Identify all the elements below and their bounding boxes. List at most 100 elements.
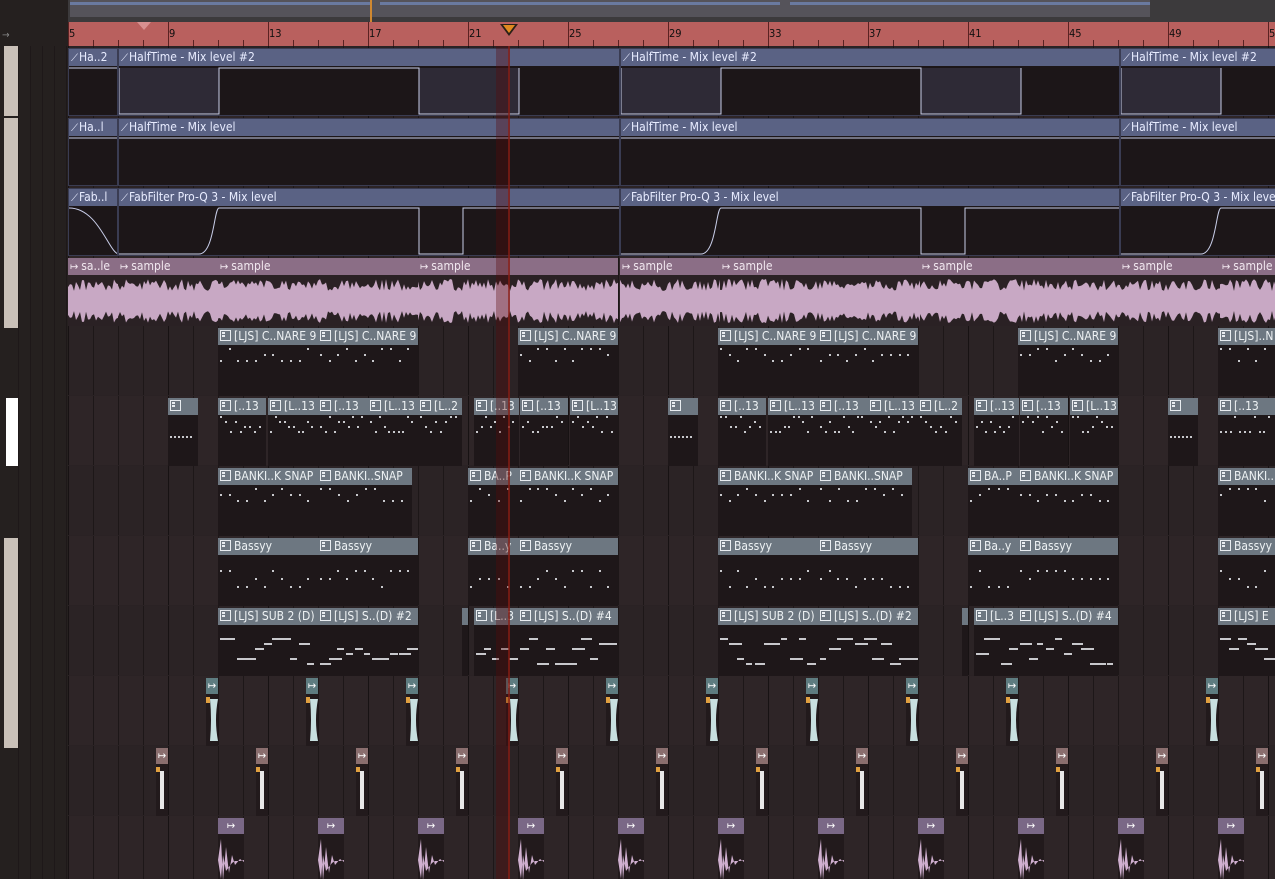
- automation-curve[interactable]: [621, 136, 1120, 186]
- pattern-clip[interactable]: Bassyy: [1218, 538, 1275, 606]
- audio-slice-clip[interactable]: ↦: [356, 748, 368, 816]
- audio-slice-clip[interactable]: ↦: [656, 748, 668, 816]
- clip-header[interactable]: ⟋Ha..l: [69, 119, 117, 136]
- clip-header[interactable]: [LJS] S..(D) #2: [318, 608, 418, 625]
- clip-header[interactable]: ↦ sample: [1120, 258, 1220, 275]
- clip-header[interactable]: ↦ sample: [418, 258, 618, 275]
- playlist-lane[interactable]: [68, 746, 1275, 815]
- audio-arrow-icon[interactable]: ↦: [618, 818, 644, 834]
- audio-arrow-icon[interactable]: ↦: [606, 678, 618, 694]
- automation-clip[interactable]: ⟋HalfTime - Mix level: [1120, 118, 1275, 186]
- clip-header[interactable]: ⟋HalfTime - Mix level #2: [621, 49, 1119, 66]
- clip-header[interactable]: [LJS] C..NARE 9: [518, 328, 618, 345]
- audio-arrow-icon[interactable]: ↦: [718, 818, 744, 834]
- pattern-clip[interactable]: [LJS] SUB 2 (D): [218, 608, 318, 676]
- pattern-clip[interactable]: [L..13: [1070, 398, 1118, 466]
- track-header-color[interactable]: [4, 608, 18, 748]
- clip-header[interactable]: ⟋FabFilter Pro-Q 3 - Mix level: [621, 189, 1119, 206]
- pattern-clip[interactable]: Bassyy: [818, 538, 918, 606]
- pattern-clip[interactable]: [..13: [520, 398, 568, 466]
- audio-arrow-icon[interactable]: ↦: [1218, 818, 1244, 834]
- clip-header[interactable]: [LJS] C..NARE 9: [218, 328, 318, 345]
- clip-header[interactable]: [..13: [1020, 398, 1068, 415]
- automation-clip[interactable]: ⟋HalfTime - Mix level #2: [620, 48, 1120, 116]
- pattern-clip[interactable]: Ba..y: [468, 538, 518, 606]
- clip-header[interactable]: Ba..y: [968, 538, 1018, 555]
- clip-header[interactable]: [L..13: [768, 398, 818, 415]
- timeline-ruler[interactable]: 1591317212529333741454953576165697377818…: [0, 22, 1275, 46]
- audio-slice-clip[interactable]: ↦: [718, 818, 744, 879]
- audio-slice-clip[interactable]: ↦: [956, 748, 968, 816]
- clip-header[interactable]: [LJS] C..NARE 9: [1018, 328, 1118, 345]
- audio-arrow-icon[interactable]: ↦: [456, 748, 468, 764]
- audio-slice-clip[interactable]: ↦: [256, 748, 268, 816]
- clip-header[interactable]: [..13: [818, 398, 868, 415]
- audio-arrow-icon[interactable]: ↦: [156, 748, 168, 764]
- clip-header[interactable]: [LJS] S..(D) #4: [518, 608, 618, 625]
- clip-header[interactable]: Bassyy: [218, 538, 318, 555]
- clip-header[interactable]: [LJS] SUB 2 (D): [218, 608, 318, 625]
- audio-clip[interactable]: ↦ sample: [620, 258, 720, 326]
- audio-slice-clip[interactable]: ↦: [1218, 818, 1244, 879]
- audio-slice-clip[interactable]: ↦: [518, 818, 544, 879]
- clip-header[interactable]: [..13: [1218, 398, 1275, 415]
- audio-slice-clip[interactable]: ↦: [918, 818, 944, 879]
- pattern-clip[interactable]: [L..13: [768, 398, 818, 466]
- pattern-clip[interactable]: Ba..y: [968, 538, 1018, 606]
- track-header-color[interactable]: [4, 46, 18, 116]
- clip-header[interactable]: ↦ sample: [218, 258, 418, 275]
- pattern-clip[interactable]: [LJS] C..NARE 9: [518, 328, 618, 396]
- automation-clip[interactable]: ⟋FabFilter Pro-Q 3 - Mix level: [118, 188, 620, 256]
- clip-header[interactable]: [LJS] SUB 2 (D): [718, 608, 818, 625]
- pattern-clip-small[interactable]: [168, 398, 198, 466]
- pattern-clip[interactable]: BA..P: [968, 468, 1018, 536]
- clip-header[interactable]: [LJS] C..NARE 9: [318, 328, 418, 345]
- pattern-clip[interactable]: [LJS] S..(D) #4: [518, 608, 618, 676]
- track-header-color[interactable]: [4, 258, 18, 328]
- pattern-clip[interactable]: [LJS] S..(D) #2: [318, 608, 418, 676]
- clip-header[interactable]: Bassyy: [318, 538, 418, 555]
- audio-arrow-icon[interactable]: ↦: [856, 748, 868, 764]
- pattern-clip[interactable]: BANKI..K SNAP: [518, 468, 618, 536]
- clip-header[interactable]: [L..13: [268, 398, 318, 415]
- clip-header[interactable]: [..13: [974, 398, 1019, 415]
- clip-header[interactable]: ⟋Fab..l: [69, 189, 117, 206]
- audio-clip[interactable]: ↦ sample: [218, 258, 418, 326]
- pattern-clip[interactable]: Bassyy: [218, 538, 318, 606]
- audio-clip[interactable]: ↦ sample: [720, 258, 920, 326]
- automation-curve[interactable]: [621, 66, 1120, 116]
- audio-arrow-icon[interactable]: ↦: [1056, 748, 1068, 764]
- clip-header[interactable]: ⟋Ha..2: [69, 49, 117, 66]
- audio-arrow-icon[interactable]: ↦: [406, 678, 418, 694]
- track-header-color[interactable]: [4, 118, 18, 188]
- audio-arrow-icon[interactable]: ↦: [518, 818, 544, 834]
- clip-header[interactable]: [LJS] C..NARE 9: [818, 328, 918, 345]
- audio-slice-clip[interactable]: ↦: [618, 818, 644, 879]
- audio-slice-clip[interactable]: ↦: [1018, 818, 1044, 879]
- clip-header[interactable]: BANKI..SNAP: [318, 468, 412, 485]
- pattern-clip[interactable]: BANKI..K SNAP: [718, 468, 818, 536]
- automation-curve[interactable]: [119, 66, 620, 116]
- clip-header[interactable]: ⟋FabFilter Pro-Q 3 - Mix level: [1121, 189, 1275, 206]
- track-header-color[interactable]: [4, 188, 18, 258]
- audio-slice-clip[interactable]: ↦: [1156, 748, 1168, 816]
- clip-header[interactable]: BANKI..K SNAP: [1218, 468, 1275, 485]
- pattern-clip[interactable]: [..13: [974, 398, 1019, 466]
- audio-arrow-icon[interactable]: ↦: [1118, 818, 1144, 834]
- audio-arrow-icon[interactable]: ↦: [306, 678, 318, 694]
- clip-header[interactable]: [L..13: [368, 398, 418, 415]
- clip-header[interactable]: Ba..y: [468, 538, 518, 555]
- automation-clip[interactable]: ⟋HalfTime - Mix level #2: [1120, 48, 1275, 116]
- audio-arrow-icon[interactable]: ↦: [756, 748, 768, 764]
- clip-header[interactable]: BANKI..K SNAP: [218, 468, 318, 485]
- clip-header[interactable]: BANKI..K SNAP: [1018, 468, 1118, 485]
- pattern-clip[interactable]: [..13: [818, 398, 868, 466]
- pattern-clip[interactable]: [..13: [318, 398, 368, 466]
- audio-arrow-icon[interactable]: ↦: [656, 748, 668, 764]
- audio-slice-clip[interactable]: ↦: [1006, 678, 1018, 746]
- clip-header[interactable]: ⟋FabFilter Pro-Q 3 - Mix level: [119, 189, 619, 206]
- clip-header[interactable]: [LJS] E: [1218, 608, 1275, 625]
- automation-clip[interactable]: ⟋FabFilter Pro-Q 3 - Mix level: [1120, 188, 1275, 256]
- audio-slice-clip[interactable]: ↦: [206, 678, 218, 746]
- audio-arrow-icon[interactable]: ↦: [706, 678, 718, 694]
